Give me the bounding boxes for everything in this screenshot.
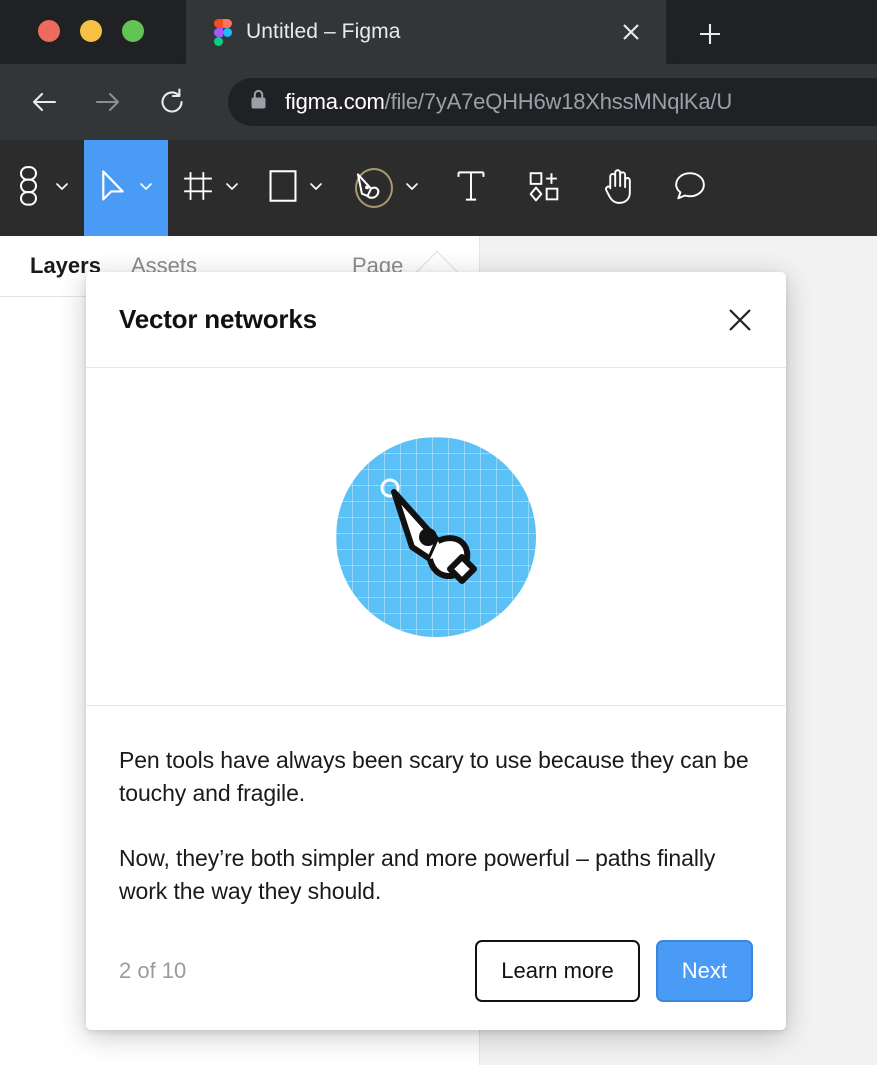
browser-tab[interactable]: Untitled – Figma (172, 0, 680, 64)
figma-menu-icon (14, 165, 44, 211)
chevron-down-icon[interactable] (138, 178, 154, 199)
next-button[interactable]: Next (655, 940, 753, 1002)
chevron-down-icon[interactable] (404, 178, 420, 199)
modal-header: Vector networks (86, 272, 786, 368)
pen-tool-illustration (336, 436, 536, 637)
cursor-arrow-icon (98, 169, 128, 208)
browser-navigation-bar: figma.com/file/7yA7eQHH6w18XhssMNqlKa/U (0, 64, 877, 140)
browser-tabstrip: Untitled – Figma (0, 0, 877, 64)
learn-more-button[interactable]: Learn more (475, 940, 640, 1002)
reload-icon[interactable] (150, 80, 194, 124)
modal-actions: Learn more Next (475, 940, 753, 1002)
modal-body: Pen tools have always been scary to use … (86, 706, 786, 908)
toolbar-item-pen[interactable] (338, 140, 434, 236)
modal-caret (414, 250, 460, 274)
toolbar-item-hand[interactable] (580, 140, 654, 236)
arrow-right-icon[interactable] (86, 80, 130, 124)
arrow-left-icon[interactable] (22, 80, 66, 124)
modal-paragraph-2: Now, they’re both simpler and more power… (119, 845, 716, 904)
browser-chrome: Untitled – Figma figma.com/file/7yA7eQHH… (0, 0, 877, 140)
rectangle-icon (268, 169, 298, 208)
modal-illustration (86, 368, 786, 706)
onboarding-modal: Vector networks Pen tools have always be… (86, 272, 786, 1030)
chevron-down-icon[interactable] (308, 178, 324, 199)
text-icon (456, 169, 486, 208)
close-icon[interactable] (722, 302, 758, 338)
address-bar-url: figma.com/file/7yA7eQHH6w18XhssMNqlKa/U (285, 89, 732, 115)
toolbar-item-frame[interactable] (168, 140, 254, 236)
toolbar-item-components[interactable] (508, 140, 580, 236)
comment-icon (674, 170, 706, 207)
tab-close-icon[interactable] (616, 17, 646, 47)
window-close-button[interactable] (38, 20, 60, 42)
toolbar-item-text[interactable] (434, 140, 508, 236)
address-bar-path: /file/7yA7eQHH6w18XhssMNqlKa/U (384, 89, 733, 114)
hand-icon (600, 168, 634, 209)
address-bar[interactable]: figma.com/file/7yA7eQHH6w18XhssMNqlKa/U (228, 78, 877, 126)
new-tab-icon[interactable] (690, 14, 730, 54)
pen-tool-icon (352, 167, 394, 209)
browser-tab-title: Untitled – Figma (246, 20, 401, 43)
toolbar-item-menu[interactable] (0, 140, 84, 236)
step-counter: 2 of 10 (119, 958, 187, 983)
window-maximize-button[interactable] (122, 20, 144, 42)
toolbar-item-comment[interactable] (654, 140, 726, 236)
chevron-down-icon[interactable] (54, 178, 70, 199)
chevron-down-icon[interactable] (224, 178, 240, 199)
figma-logo-icon (214, 18, 232, 46)
toolbar-item-shape[interactable] (254, 140, 338, 236)
window-traffic-lights (38, 20, 144, 42)
window-minimize-button[interactable] (80, 20, 102, 42)
toolbar-item-move[interactable] (84, 140, 168, 236)
figma-toolbar (0, 140, 877, 236)
components-icon (528, 170, 560, 207)
modal-title: Vector networks (119, 304, 317, 334)
frame-icon (182, 170, 214, 207)
modal-footer: 2 of 10 Learn more Next (86, 908, 786, 1030)
address-bar-host: figma.com (285, 89, 385, 114)
lock-icon (250, 89, 267, 115)
modal-paragraph-1: Pen tools have always been scary to use … (119, 747, 749, 806)
app-root: Untitled – Figma figma.com/file/7yA7eQHH… (0, 0, 877, 1065)
pen-tool-glyph (380, 478, 477, 584)
